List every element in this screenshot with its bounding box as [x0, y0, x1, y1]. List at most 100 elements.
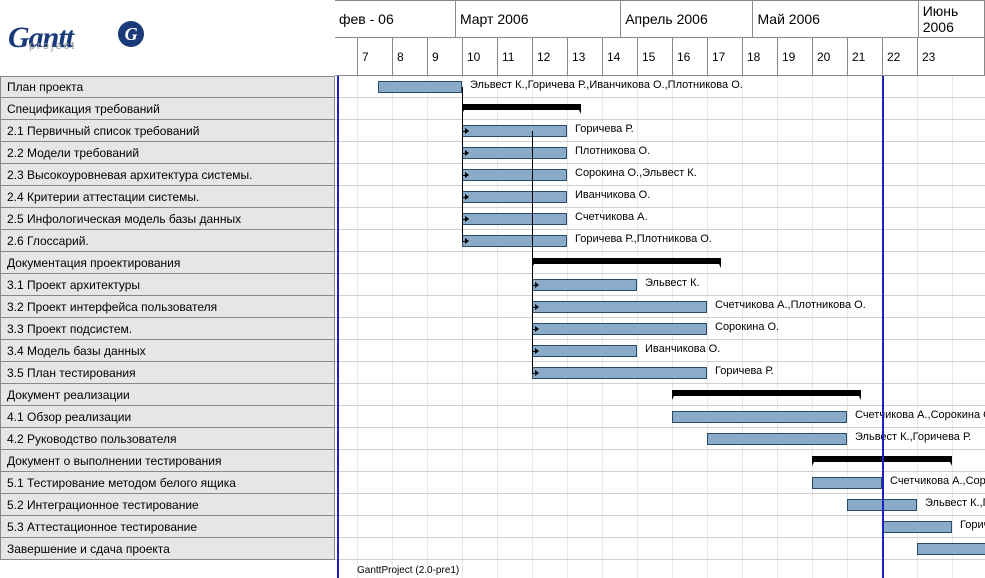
task-assignees: Эльвест К.,Горичева Р.	[855, 431, 971, 443]
task-row[interactable]: Документация проектирования	[0, 252, 335, 274]
task-bar[interactable]	[462, 235, 567, 247]
task-row[interactable]: 5.2 Интеграционное тестирование	[0, 494, 335, 516]
task-row[interactable]: 3.1 Проект архитектуры	[0, 274, 335, 296]
task-assignees: Эльвест К.,Плотникова О.	[925, 497, 985, 509]
week-header: 12	[532, 38, 567, 75]
summary-bar[interactable]	[462, 104, 581, 110]
chart-row[interactable]	[335, 98, 985, 120]
chart-row[interactable]: Счетчикова А.	[335, 208, 985, 230]
task-bar[interactable]	[462, 147, 567, 159]
task-assignees: Горичева Р.	[575, 123, 634, 135]
chart-row[interactable]: Плотникова О.	[335, 142, 985, 164]
week-header: 13	[567, 38, 602, 75]
chart-row[interactable]: Эльвест К.	[335, 274, 985, 296]
chart-row[interactable]: Счетчикова А.	[335, 538, 985, 560]
chart-row[interactable]	[335, 252, 985, 274]
task-row[interactable]: 5.3 Аттестационное тестирование	[0, 516, 335, 538]
chart-row[interactable]: Эльвест К.,Плотникова О.	[335, 494, 985, 516]
week-header: 23	[917, 38, 952, 75]
gantt-chart[interactable]: Эльвест К.,Горичева Р.,Иванчикова О.,Пло…	[335, 76, 985, 578]
week-header: 21	[847, 38, 882, 75]
task-row[interactable]: Документ о выполнении тестирования	[0, 450, 335, 472]
timeline-months: фев - 06Март 2006Апрель 2006Май 2006Июнь…	[335, 0, 984, 38]
task-row[interactable]: 5.1 Тестирование методом белого ящика	[0, 472, 335, 494]
task-bar[interactable]	[462, 213, 567, 225]
task-assignees: Счетчикова А.,Плотникова О.	[715, 299, 866, 311]
task-bar[interactable]	[462, 125, 567, 137]
chart-row[interactable]: Горичева Р.	[335, 362, 985, 384]
task-row[interactable]: 3.5 План тестирования	[0, 362, 335, 384]
task-bar[interactable]	[462, 169, 567, 181]
task-row[interactable]: 3.4 Модель базы данных	[0, 340, 335, 362]
task-assignees: Плотникова О.	[575, 145, 650, 157]
chart-row[interactable]: Сорокина О.,Эльвест К.	[335, 164, 985, 186]
timeline-weeks: 7891011121314151617181920212223	[335, 38, 984, 76]
chart-row[interactable]: Эльвест К.,Горичева Р.	[335, 428, 985, 450]
chart-row[interactable]: Счетчикова А.,Сорокина О.,Иванчикова О.	[335, 406, 985, 428]
week-header: 9	[427, 38, 462, 75]
chart-row[interactable]: Сорокина О.	[335, 318, 985, 340]
task-bar[interactable]	[532, 279, 637, 291]
chart-row[interactable]: Счетчикова А.,Сорокина О.,Иванчикова О.	[335, 472, 985, 494]
task-assignees: Горичева Р.	[715, 365, 774, 377]
task-assignees: Эльвест К.,Горичева Р.,Иванчикова О.,Пло…	[470, 79, 743, 91]
chart-row[interactable]: Горичева Р.	[335, 120, 985, 142]
chart-row[interactable]: Горичева Р.,Иванчикова О.	[335, 516, 985, 538]
task-row[interactable]: 3.2 Проект интерфейса пользователя	[0, 296, 335, 318]
task-row[interactable]: 3.3 Проект подсистем.	[0, 318, 335, 340]
task-bar[interactable]	[462, 191, 567, 203]
month-header: Апрель 2006	[620, 1, 752, 37]
task-bar[interactable]	[812, 477, 882, 489]
week-header: 19	[777, 38, 812, 75]
task-assignees: Счетчикова А.,Сорокина О.,Иванчикова О.	[890, 475, 985, 487]
month-header: Май 2006	[752, 1, 917, 37]
task-row[interactable]: 2.3 Высокоуровневая архитектура системы.	[0, 164, 335, 186]
task-bar[interactable]	[532, 323, 707, 335]
task-row[interactable]: Спецификация требований	[0, 98, 335, 120]
task-row[interactable]: 2.6 Глоссарий.	[0, 230, 335, 252]
month-header: Март 2006	[455, 1, 620, 37]
chart-row[interactable]: Горичева Р.,Плотникова О.	[335, 230, 985, 252]
summary-bar[interactable]	[672, 390, 861, 396]
month-header: фев - 06	[335, 1, 455, 37]
today-marker	[882, 76, 884, 578]
month-header: Июнь 2006	[918, 1, 984, 37]
task-bar[interactable]	[882, 521, 952, 533]
task-row[interactable]: 2.5 Инфологическая модель базы данных	[0, 208, 335, 230]
summary-bar[interactable]	[532, 258, 721, 264]
timeline-header: фев - 06Март 2006Апрель 2006Май 2006Июнь…	[335, 0, 985, 76]
task-row[interactable]: 2.1 Первичный список требований	[0, 120, 335, 142]
task-row[interactable]: 2.4 Критерии аттестации системы.	[0, 186, 335, 208]
logo-subtitle: project	[29, 40, 76, 52]
chart-row[interactable]	[335, 450, 985, 472]
task-assignees: Горичева Р.,Иванчикова О.	[960, 519, 985, 531]
chart-row[interactable]: Иванчикова О.	[335, 340, 985, 362]
week-header: 11	[497, 38, 532, 75]
task-bar[interactable]	[917, 543, 985, 555]
task-assignees: Счетчикова А.	[575, 211, 648, 223]
chart-row[interactable]: Иванчикова О.	[335, 186, 985, 208]
week-header: 22	[882, 38, 917, 75]
chart-row[interactable]: Эльвест К.,Горичева Р.,Иванчикова О.,Пло…	[335, 76, 985, 98]
task-assignees: Иванчикова О.	[645, 343, 720, 355]
week-header: 16	[672, 38, 707, 75]
task-row[interactable]: Документ реализации	[0, 384, 335, 406]
task-bar[interactable]	[532, 301, 707, 313]
task-row[interactable]: 4.1 Обзор реализации	[0, 406, 335, 428]
task-bar[interactable]	[532, 367, 707, 379]
week-header: 18	[742, 38, 777, 75]
task-bar[interactable]	[532, 345, 637, 357]
task-row[interactable]: План проекта	[0, 76, 335, 98]
week-header	[335, 38, 357, 75]
task-row[interactable]: Завершение и сдача проекта	[0, 538, 335, 560]
chart-row[interactable]: Счетчикова А.,Плотникова О.	[335, 296, 985, 318]
task-row[interactable]: 4.2 Руководство пользователя	[0, 428, 335, 450]
start-marker	[337, 76, 339, 578]
task-bar[interactable]	[707, 433, 847, 445]
chart-row[interactable]	[335, 384, 985, 406]
task-bar[interactable]	[672, 411, 847, 423]
task-bar[interactable]	[378, 81, 462, 93]
task-assignees: Иванчикова О.	[575, 189, 650, 201]
task-assignees: Сорокина О.,Эльвест К.	[575, 167, 697, 179]
task-row[interactable]: 2.2 Модели требований	[0, 142, 335, 164]
